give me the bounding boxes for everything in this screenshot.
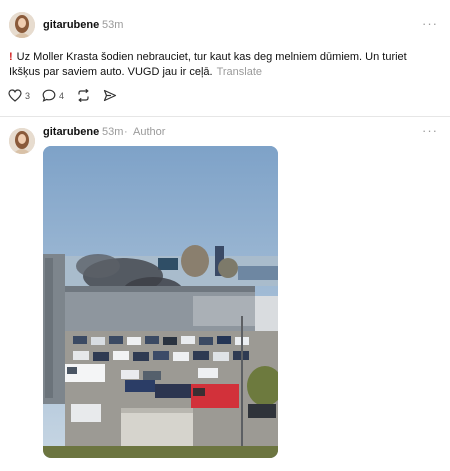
meta-separator: · bbox=[124, 126, 128, 138]
more-options-icon[interactable]: ··· bbox=[422, 16, 438, 31]
comment-count: 4 bbox=[59, 90, 65, 101]
avatar[interactable] bbox=[9, 128, 35, 154]
author-label: Author bbox=[133, 126, 166, 138]
share-icon bbox=[103, 89, 117, 102]
post-actions: 3 4 bbox=[8, 89, 129, 102]
post-1: gitarubene 53m ··· ! Uz Moller Krasta šod… bbox=[0, 0, 450, 116]
more-options-icon[interactable]: ··· bbox=[422, 123, 438, 138]
post-text: ! Uz Moller Krasta šodien nebrauciet, tur… bbox=[9, 50, 429, 80]
post-time[interactable]: 53m bbox=[102, 19, 123, 31]
alert-icon: ! bbox=[9, 51, 13, 63]
post-body: Uz Moller Krasta šodien nebrauciet, tur … bbox=[9, 51, 407, 78]
repost-icon bbox=[78, 89, 89, 102]
post-photo[interactable] bbox=[43, 146, 278, 458]
like-button[interactable]: 3 bbox=[8, 89, 30, 102]
username[interactable]: gitarubene bbox=[43, 126, 99, 138]
share-button[interactable] bbox=[103, 89, 117, 102]
comment-icon bbox=[42, 89, 56, 102]
translate-link[interactable]: Translate bbox=[217, 66, 262, 78]
username[interactable]: gitarubene bbox=[43, 19, 99, 31]
comment-button[interactable]: 4 bbox=[42, 89, 64, 102]
like-count: 3 bbox=[25, 90, 31, 101]
heart-icon bbox=[8, 89, 22, 102]
avatar[interactable] bbox=[9, 12, 35, 38]
post-time[interactable]: 53m bbox=[102, 126, 123, 138]
repost-button[interactable] bbox=[76, 89, 91, 102]
